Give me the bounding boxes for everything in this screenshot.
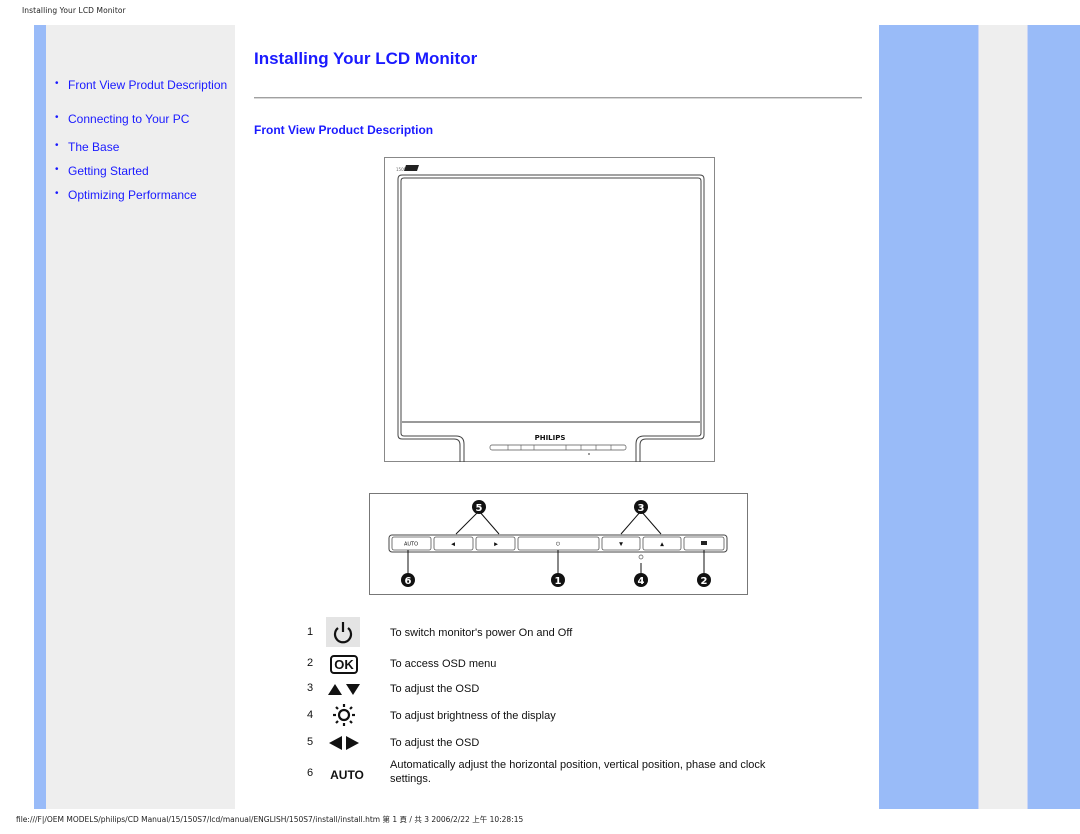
page-header: Installing Your LCD Monitor [22,6,126,15]
page-title: Installing Your LCD Monitor [254,49,478,68]
auto-label: AUTO [330,768,364,782]
bullet-icon: • [55,164,59,175]
front-button-strip [489,444,627,451]
right-decor-column [979,25,1027,809]
section-title: Front View Product Description [254,123,434,137]
legend-description: To access OSD menu [390,658,497,670]
right-decor-column [1027,25,1080,809]
svg-text:AUTO: AUTO [404,542,418,548]
right-decor-column [879,25,979,809]
power-icon [326,617,360,647]
bullet-icon: • [55,78,59,89]
control-panel-image: AUTO ◀ ▶ ⏻ ▼ ▲ 5 3 6 1 4 2 [369,493,748,595]
left-right-arrows-icon [324,728,364,758]
svg-text:6: 6 [405,576,412,587]
svg-text:⏻: ⏻ [556,542,560,548]
legend-description: To adjust the OSD [390,737,480,749]
monitor-front-image: 150S PHILIPS [384,157,715,462]
legend-row: 1 To switch monitor's power On and Off [300,617,780,647]
sidebar-item-front-view[interactable]: • Front View Produt Description [52,78,227,92]
bullet-icon: • [55,140,59,151]
legend-number: 4 [307,709,314,721]
legend-number: 3 [307,682,314,694]
svg-text:◀: ◀ [451,542,455,548]
model-badge: 150S [396,165,419,172]
bullet-icon: • [55,188,59,199]
legend-row: 4 To adjust brightness of the display [300,704,780,732]
svg-text:5: 5 [476,503,483,514]
svg-text:1: 1 [555,576,562,587]
brand-logo: PHILIPS [535,434,566,442]
divider [254,97,862,99]
sidebar-link[interactable]: Front View Produt Description [68,78,227,92]
legend-row: 3 To adjust the OSD [300,680,780,706]
legend-row: 6 AUTO Automatically adjust the horizont… [300,757,780,789]
svg-text:4: 4 [638,576,645,587]
svg-text:▶: ▶ [494,542,498,548]
sidebar-item-getting-started[interactable]: • Getting Started [52,164,227,178]
legend-number: 5 [307,736,314,748]
svg-text:2: 2 [701,576,708,587]
left-accent-stripe [34,25,46,809]
bullet-icon: • [55,112,59,123]
legend-description: To switch monitor's power On and Off [390,627,573,639]
sidebar-item-connecting[interactable]: • Connecting to Your PC [52,112,227,126]
legend-number: 1 [307,626,314,638]
panel-ok-icon [701,541,707,545]
svg-text:3: 3 [638,503,645,514]
sidebar-item-base[interactable]: • The Base [52,140,227,154]
legend-row: 5 To adjust the OSD [300,733,780,759]
sidebar-link[interactable]: The Base [68,140,119,154]
sidebar-nav: • Front View Produt Description • Connec… [52,78,227,202]
legend-number: 6 [307,767,314,779]
svg-text:▲: ▲ [660,542,664,548]
legend-row: 2 OK To access OSD menu [300,654,780,681]
sidebar-link[interactable]: Connecting to Your PC [68,112,189,126]
legend-number: 2 [307,657,314,669]
page-footer: file:///F|/OEM MODELS/philips/CD Manual/… [16,815,524,824]
sidebar-link[interactable]: Getting Started [68,164,149,178]
brightness-icon [324,700,364,730]
sidebar-link[interactable]: Optimizing Performance [68,188,197,202]
legend-description: To adjust brightness of the display [390,710,556,722]
sidebar-item-optimizing[interactable]: • Optimizing Performance [52,188,227,202]
legend-description: Automatically adjust the horizontal posi… [390,759,766,785]
svg-text:▼: ▼ [619,542,623,548]
legend-description: To adjust the OSD [390,683,480,695]
